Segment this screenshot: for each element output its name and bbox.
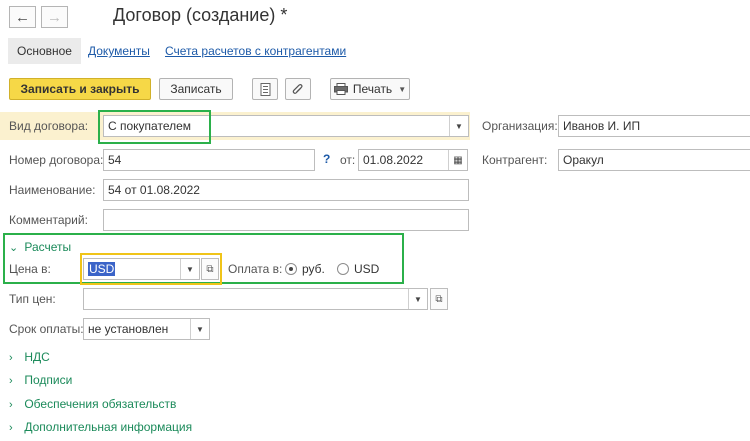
help-link[interactable]: ?: [323, 152, 330, 166]
arrow-right-icon: →: [47, 8, 62, 26]
save-button[interactable]: Записать: [159, 78, 233, 100]
radio-icon: [285, 263, 297, 275]
settlements-label: Расчеты: [24, 240, 72, 254]
section-additional-label: Дополнительная информация: [24, 420, 193, 434]
radio-icon: [337, 263, 349, 275]
chevron-down-icon: ▼: [398, 84, 407, 94]
date-input[interactable]: 01.08.2022 ▦: [358, 149, 468, 171]
section-vat[interactable]: › НДС: [9, 350, 50, 364]
chevron-down-icon[interactable]: ▼: [190, 319, 209, 339]
organization-label: Организация:: [482, 119, 558, 133]
tab-main[interactable]: Основное: [8, 38, 81, 64]
paperclip-icon: [292, 83, 303, 94]
payment-option-usd[interactable]: USD: [337, 262, 379, 276]
organization-field[interactable]: Иванов И. ИП: [558, 115, 750, 137]
name-input[interactable]: 54 от 01.08.2022: [103, 179, 469, 201]
counterparty-field[interactable]: Оракул: [558, 149, 750, 171]
contract-type-label: Вид договора:: [9, 119, 89, 133]
settlements-header[interactable]: ⌄ Расчеты: [9, 240, 71, 254]
payment-term-select[interactable]: не установлен ▼: [83, 318, 210, 340]
date-label: от:: [340, 153, 356, 167]
save-and-close-button[interactable]: Записать и закрыть: [9, 78, 151, 100]
payment-term-value: не установлен: [88, 322, 169, 336]
contract-number-input[interactable]: 54: [103, 149, 315, 171]
highlight-contract-type: [98, 110, 211, 144]
chevron-down-icon: ⌄: [9, 242, 19, 254]
calendar-icon[interactable]: ▦: [448, 150, 467, 170]
report-icon: [260, 82, 270, 96]
section-signatures-label: Подписи: [24, 373, 73, 387]
comment-input[interactable]: [103, 209, 469, 231]
counterparty-label: Контрагент:: [482, 153, 548, 167]
highlight-price-in: [80, 253, 222, 285]
payment-in-label: Оплата в:: [228, 262, 283, 276]
chevron-right-icon: ›: [9, 375, 13, 387]
payment-option-usd-label: USD: [354, 262, 380, 276]
name-value: 54 от 01.08.2022: [108, 183, 200, 197]
price-type-select[interactable]: ▼: [83, 288, 428, 310]
chevron-right-icon: ›: [9, 352, 13, 364]
payment-term-label: Срок оплаты:: [9, 322, 84, 336]
organization-value: Иванов И. ИП: [563, 119, 641, 133]
section-obligations[interactable]: › Обеспечения обязательств: [9, 397, 176, 411]
comment-label: Комментарий:: [9, 213, 88, 227]
arrow-left-icon: ←: [15, 8, 30, 26]
chevron-right-icon: ›: [9, 422, 13, 434]
payment-option-rub-label: руб.: [302, 262, 325, 276]
window-title: Договор (создание) *: [113, 5, 288, 25]
chevron-down-icon[interactable]: ▼: [449, 116, 468, 136]
section-additional[interactable]: › Дополнительная информация: [9, 420, 192, 434]
contract-number-label: Номер договора:: [9, 153, 104, 167]
tab-documents[interactable]: Документы: [88, 44, 150, 58]
report-button[interactable]: [252, 78, 278, 100]
print-label: Печать: [352, 82, 393, 96]
section-signatures[interactable]: › Подписи: [9, 373, 72, 387]
section-obligations-label: Обеспечения обязательств: [24, 397, 177, 411]
payment-option-rub[interactable]: руб.: [285, 262, 325, 276]
open-price-type-button[interactable]: ⧉: [430, 288, 448, 310]
price-type-label: Тип цен:: [9, 292, 56, 306]
open-form-icon: ⧉: [435, 293, 443, 305]
print-button[interactable]: Печать ▼: [330, 78, 410, 100]
attach-button[interactable]: [285, 78, 311, 100]
section-vat-label: НДС: [24, 350, 50, 364]
contract-number-value: 54: [108, 153, 122, 167]
printer-icon: [333, 83, 348, 95]
date-value: 01.08.2022: [363, 153, 424, 167]
counterparty-value: Оракул: [563, 153, 604, 167]
back-button[interactable]: ←: [9, 6, 36, 28]
tab-accounts[interactable]: Счета расчетов с контрагентами: [165, 44, 346, 58]
forward-button[interactable]: →: [41, 6, 68, 28]
chevron-right-icon: ›: [9, 399, 13, 411]
chevron-down-icon[interactable]: ▼: [408, 289, 427, 309]
price-in-label: Цена в:: [9, 262, 51, 276]
name-label: Наименование:: [9, 183, 96, 197]
